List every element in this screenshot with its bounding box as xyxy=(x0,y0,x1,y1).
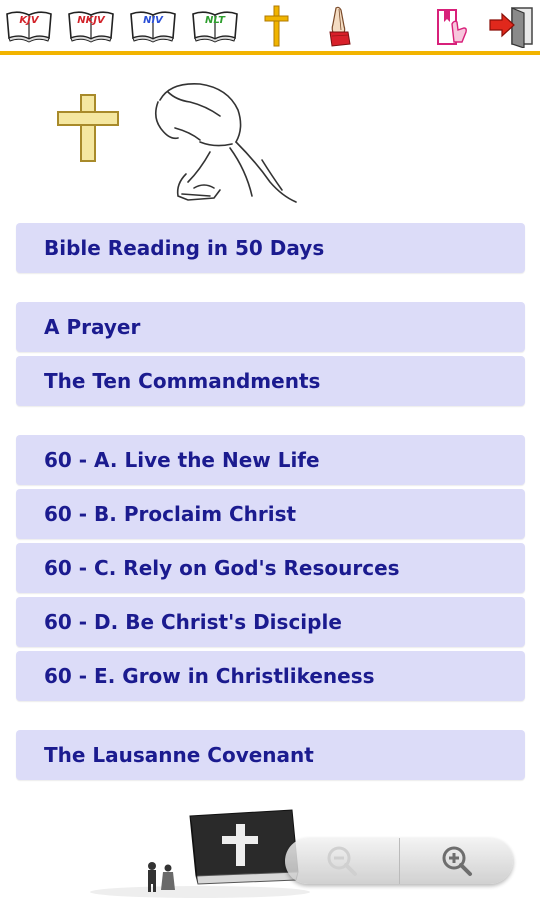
toolbar-divider xyxy=(0,51,540,55)
prayer-button[interactable] xyxy=(322,4,358,48)
menu-item-label: Bible Reading in 50 Days xyxy=(44,236,325,260)
menu-item-label: 60 - D. Be Christ's Disciple xyxy=(44,610,342,634)
niv-bible-button[interactable]: NIV xyxy=(128,8,178,44)
menu-item-60-a[interactable]: 60 - A. Live the New Life xyxy=(16,435,525,485)
zoom-in-button[interactable] xyxy=(399,838,514,884)
book-icon xyxy=(130,11,176,43)
menu-item-label: 60 - B. Proclaim Christ xyxy=(44,502,297,526)
kjv-bible-button[interactable]: KJV xyxy=(4,8,54,44)
menu-item-label: The Lausanne Covenant xyxy=(44,743,314,767)
menu-item-60-c[interactable]: 60 - C. Rely on God's Resources xyxy=(16,543,525,593)
menu-item-label: 60 - C. Rely on God's Resources xyxy=(44,556,400,580)
menu-item-60-b[interactable]: 60 - B. Proclaim Christ xyxy=(16,489,525,539)
menu-item-a-prayer[interactable]: A Prayer xyxy=(16,302,525,352)
book-icon xyxy=(6,11,52,43)
exit-button[interactable] xyxy=(488,4,538,49)
nkjv-bible-button[interactable]: NKJV xyxy=(66,8,116,44)
header-illustration xyxy=(0,70,540,220)
book-label-nlt: NLT xyxy=(205,15,225,26)
book-label-niv: NIV xyxy=(143,15,163,26)
menu-item-label: A Prayer xyxy=(44,315,141,339)
cross-button[interactable] xyxy=(262,4,290,48)
zoom-control xyxy=(285,838,513,884)
menu-item-60-d[interactable]: 60 - D. Be Christ's Disciple xyxy=(16,597,525,647)
zoom-out-icon xyxy=(327,846,357,876)
nlt-bible-button[interactable]: NLT xyxy=(190,8,240,44)
menu-item-60-e[interactable]: 60 - E. Grow in Christlikeness xyxy=(16,651,525,701)
praying-hands-icon xyxy=(329,6,351,47)
book-label-nkjv: NKJV xyxy=(77,15,105,26)
zoom-in-icon xyxy=(442,846,472,876)
menu-item-lausanne-covenant[interactable]: The Lausanne Covenant xyxy=(16,730,525,780)
menu-item-bible-reading-50-days[interactable]: Bible Reading in 50 Days xyxy=(16,223,525,273)
bookmark-button[interactable] xyxy=(432,4,472,48)
top-toolbar: KJV NKJV NIV NLT xyxy=(0,0,540,54)
book-label-kjv: KJV xyxy=(19,15,39,26)
menu-item-label: The Ten Commandments xyxy=(44,369,321,393)
book-icon xyxy=(192,11,238,43)
zoom-out-button[interactable] xyxy=(285,838,399,884)
menu-item-label: 60 - A. Live the New Life xyxy=(44,448,320,472)
bookmark-hand-icon xyxy=(437,9,467,45)
exit-icon xyxy=(489,7,533,49)
menu-item-ten-commandments[interactable]: The Ten Commandments xyxy=(16,356,525,406)
book-icon xyxy=(68,11,114,43)
menu-item-label: 60 - E. Grow in Christlikeness xyxy=(44,664,375,688)
cross-icon xyxy=(264,5,289,47)
cross-and-praying-figure-illustration xyxy=(57,83,297,203)
